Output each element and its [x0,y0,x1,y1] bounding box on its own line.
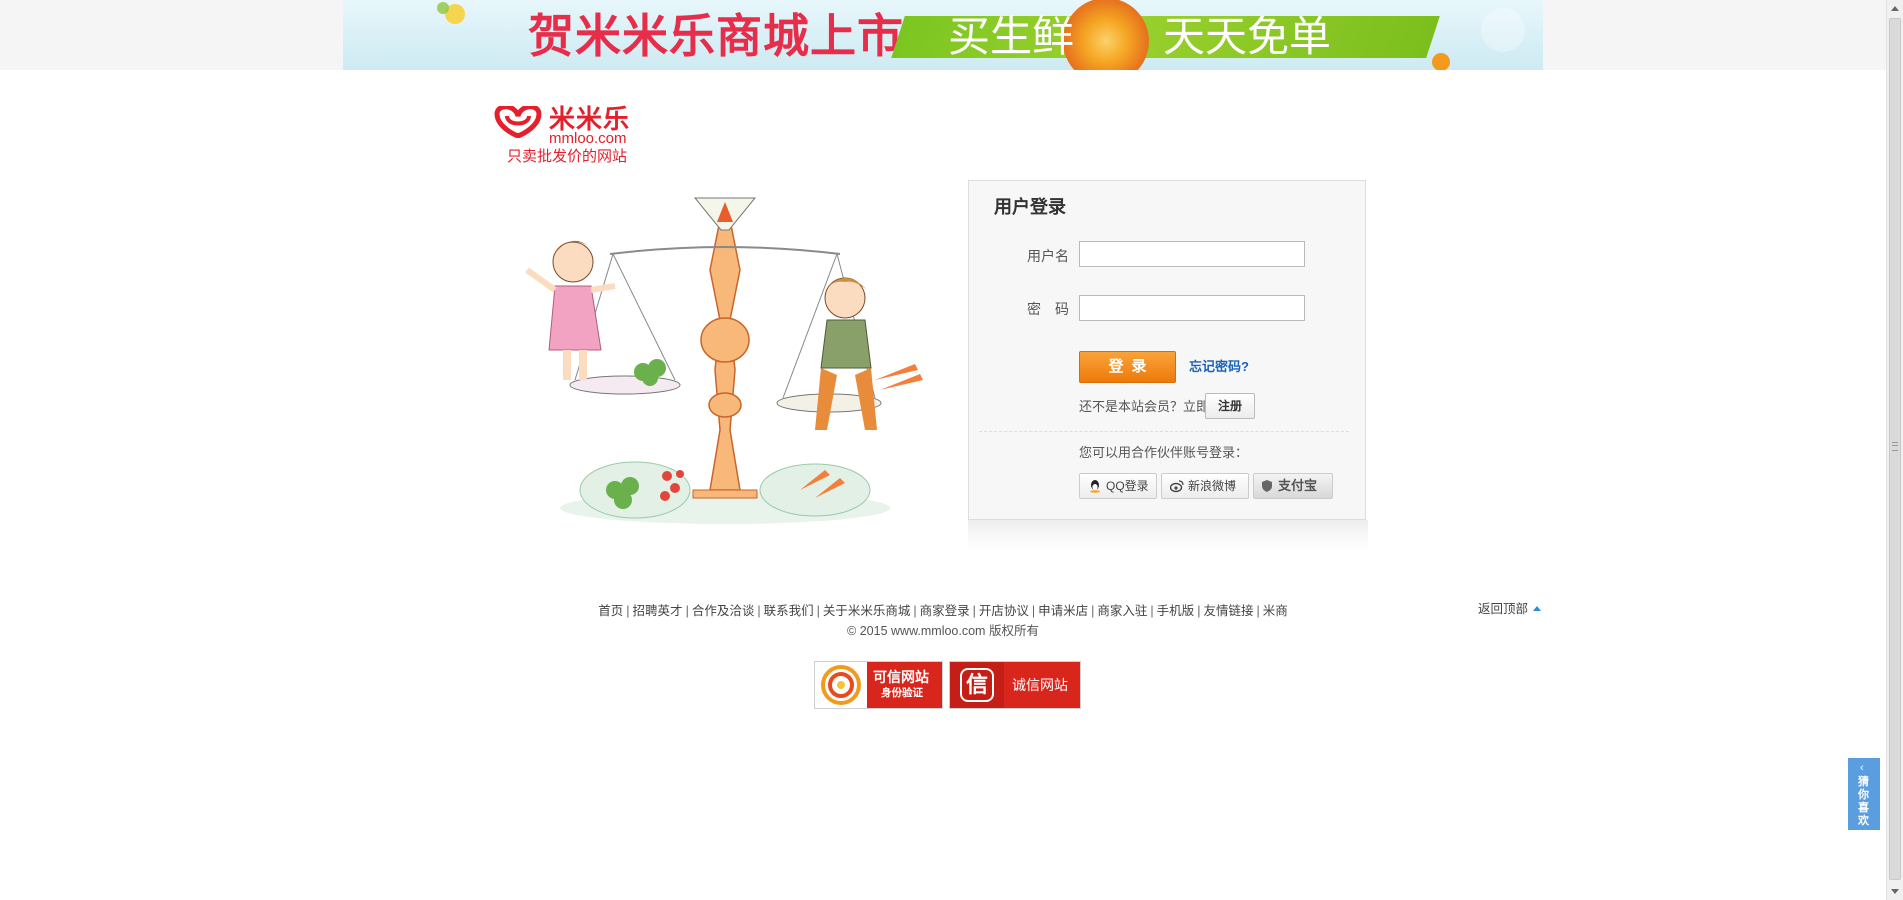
integrity-title: 诚信网站 [1012,677,1068,693]
footer-link[interactable]: 开店协议 [979,604,1029,618]
footer-link[interactable]: 申请米店 [1038,604,1088,618]
trusted-logo [815,662,867,708]
footer-link[interactable]: 联系我们 [764,604,814,618]
orange-fruit-image [1063,0,1149,70]
scroll-up-arrow-icon[interactable] [1887,0,1903,17]
page-background [0,0,1886,900]
footer-separator: | [1256,604,1260,618]
banner-subtitle-free: 天天免单 [1163,12,1332,61]
alipay-login-button[interactable]: 支付宝 [1253,473,1333,499]
login-panel-shadow [968,520,1368,550]
weibo-login-button[interactable]: 新浪微博 [1161,473,1249,499]
chevron-left-icon: ‹ [1860,762,1864,774]
promo-banner[interactable]: 贺米米乐商城上市 买生鲜 天天免单 [343,0,1543,70]
vertical-scrollbar[interactable] [1886,0,1903,900]
trusted-text-area: 可信网站 身份验证 [867,662,942,708]
forgot-password-link[interactable]: 忘记密码? [1189,358,1249,376]
scroll-down-arrow-icon[interactable] [1887,883,1903,900]
scrollbar-thumb[interactable] [1889,18,1901,880]
footer-separator: | [757,604,761,618]
login-divider [979,431,1349,432]
guess-you-like-label: 猜你喜欢 [1858,776,1869,827]
footer-links: 首页 | 招聘英才 | 合作及洽谈 | 联系我们 | 关于米米乐商城 | 商家登录 | 开店协议 | 申请米… [0,601,1886,621]
password-label: 密 码 [1027,301,1069,317]
heart-logo-icon [494,106,542,138]
footer-link[interactable]: 首页 [598,604,623,618]
footer-separator: | [1031,604,1036,618]
scrollbar-grip-icon [1892,442,1898,451]
qq-login-button[interactable]: QQ登录 [1079,473,1157,499]
qq-penguin-icon [1090,479,1100,493]
trusted-title: 可信网站 [873,669,929,685]
integrity-logo: 信 [950,662,1004,708]
footer-link[interactable]: 关于米米乐商城 [823,604,911,618]
footer-link[interactable]: 米商 [1263,604,1288,618]
login-title: 用户登录 [994,197,1066,217]
login-panel: 用户登录 用户名 密 码 登录 忘记密码? 还不是本站会员？立即 注册 您可以用… [968,180,1366,520]
footer-separator: | [626,604,630,618]
up-arrow-icon [1533,605,1542,611]
username-input[interactable] [1079,241,1305,267]
banner-title: 贺米米乐商城上市 [528,9,904,63]
logo-slogan: 只卖批发价的网站 [507,148,628,165]
balance-scale-illustration [525,197,923,524]
logo-domain: mmloo.com [549,130,627,147]
copyright-text: © 2015 www.mmloo.com 版权所有 [847,624,1039,638]
back-to-top-label: 返回顶部 [1478,602,1529,616]
integrity-icon: 信 [960,668,994,702]
trusted-swirl-icon [821,665,861,705]
footer-link[interactable]: 商家入驻 [1097,604,1147,618]
footer-link[interactable]: 手机版 [1157,604,1195,618]
trusted-site-badge[interactable]: 可信网站 身份验证 [814,661,943,709]
footer-link[interactable]: 合作及洽谈 [692,604,755,618]
footer-link[interactable]: 招聘英才 [633,604,683,618]
banner-subtitle-fresh: 买生鲜 [948,12,1075,61]
weibo-icon [1170,480,1184,493]
footer-separator: | [816,604,820,618]
footer-separator: | [913,604,917,618]
footer-separator: | [1150,604,1154,618]
trusted-subtitle: 身份验证 [881,687,923,699]
weibo-login-label: 新浪微博 [1188,479,1237,493]
not-member-text: 还不是本站会员？立即 [1079,399,1210,414]
integrity-site-badge[interactable]: 信 诚信网站 [949,661,1081,709]
username-label: 用户名 [1027,248,1069,264]
register-button[interactable]: 注册 [1205,393,1255,419]
footer-separator: | [1091,604,1095,618]
footer-separator: | [1197,604,1201,618]
footer-link[interactable]: 商家登录 [920,604,970,618]
login-button[interactable]: 登录 [1079,351,1176,383]
footer-separator: | [685,604,689,618]
partner-login-hint: 您可以用合作伙伴账号登录： [1079,445,1249,460]
back-to-top-link[interactable]: 返回顶部 [1478,600,1542,618]
site-logo[interactable]: 米米乐 mmloo.com 只卖批发价的网站 [493,104,643,168]
alipay-shield-icon [1262,479,1272,492]
guess-you-like-tab[interactable]: ‹ 猜你喜欢 [1848,758,1880,830]
alipay-login-label: 支付宝 [1278,478,1318,493]
qq-login-label: QQ登录 [1106,479,1149,493]
password-input[interactable] [1079,295,1305,321]
footer-separator: | [972,604,976,618]
footer-link[interactable]: 友情链接 [1203,604,1253,618]
